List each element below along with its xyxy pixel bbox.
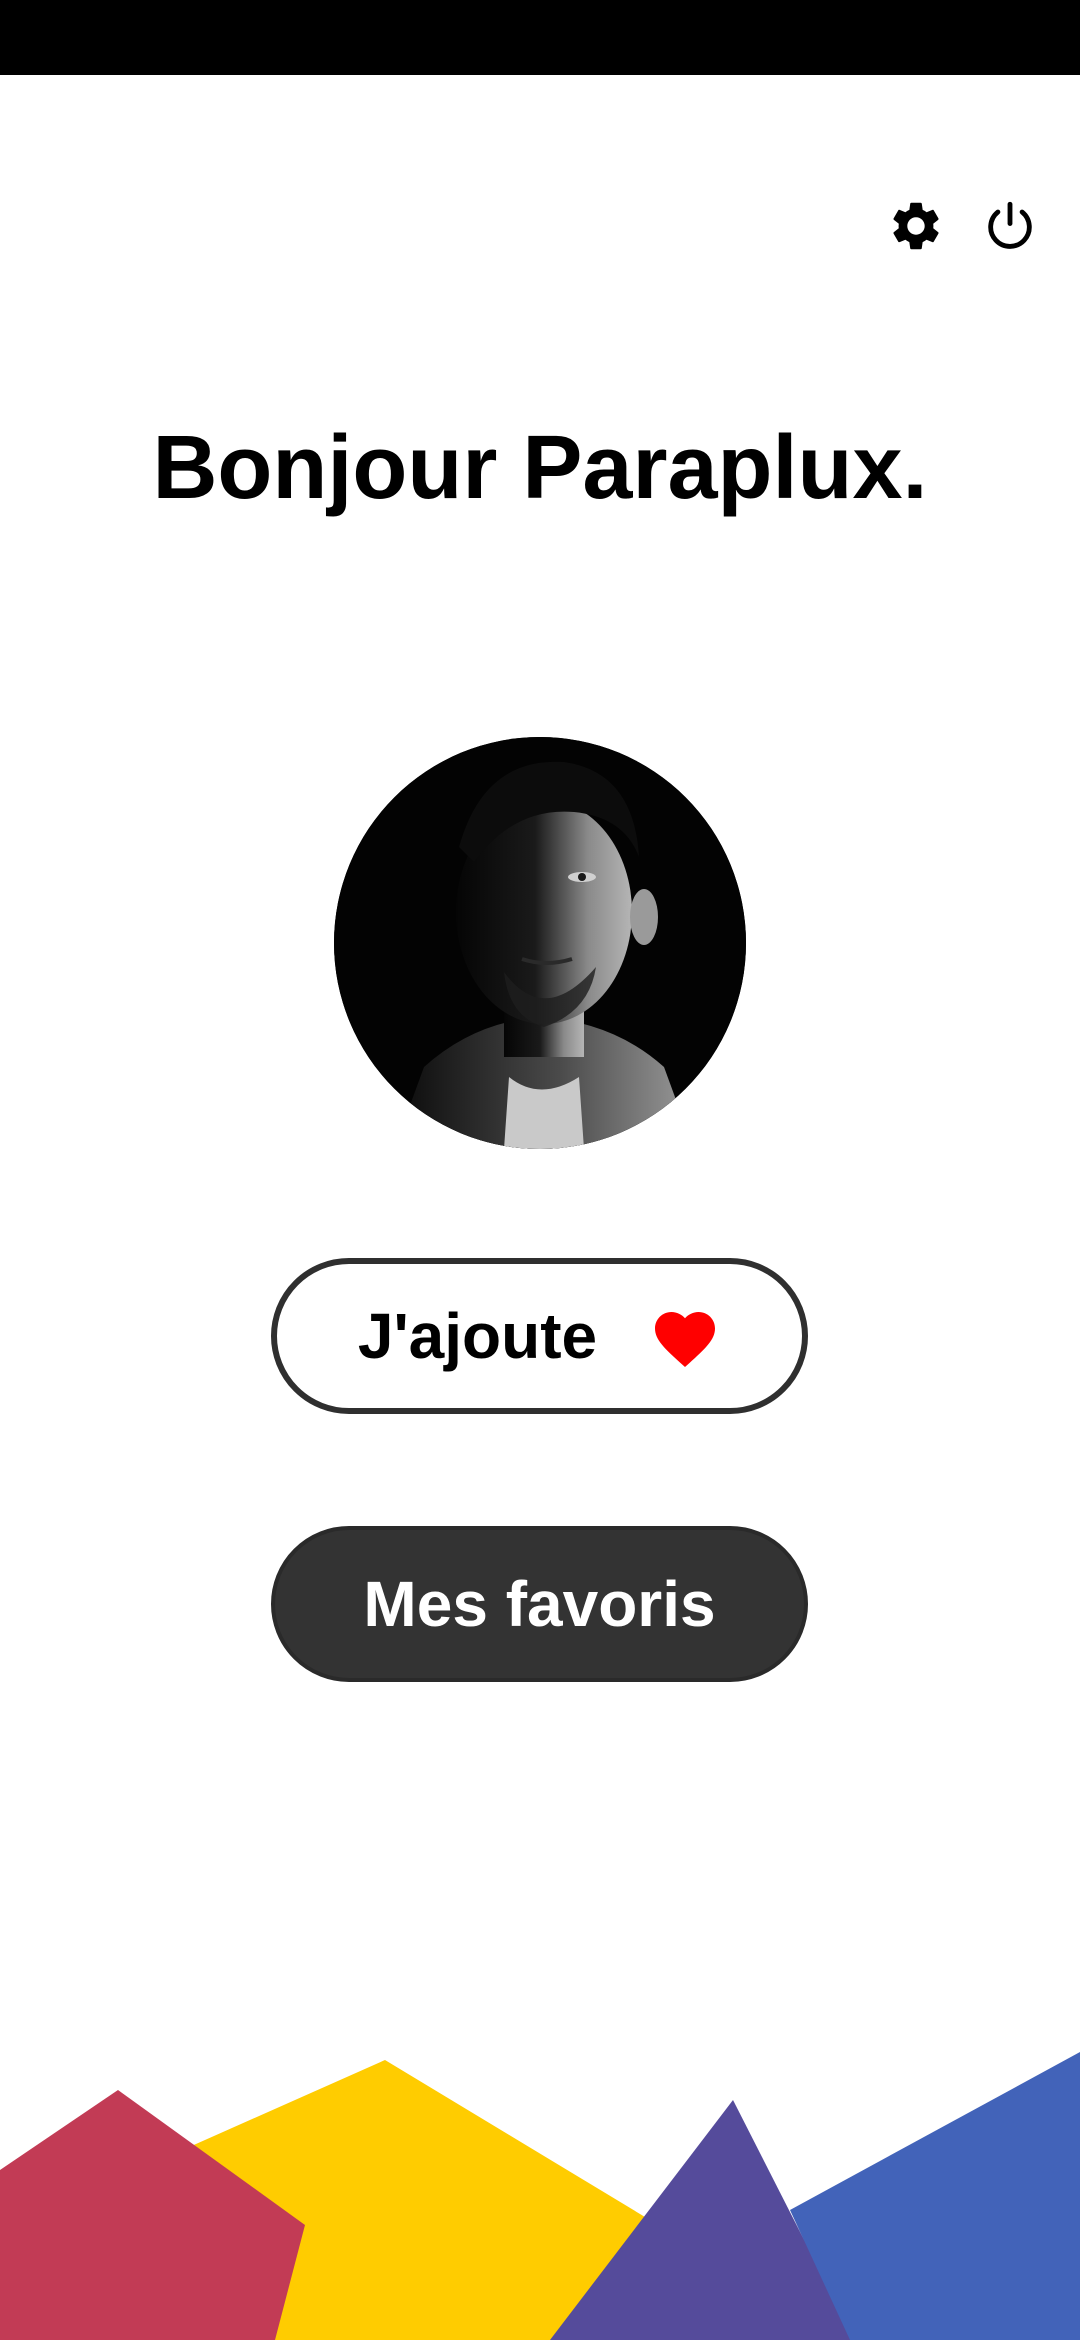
status-bar <box>0 0 1080 75</box>
heart-icon <box>655 1312 716 1368</box>
add-button[interactable]: J'ajoute <box>271 1258 808 1414</box>
top-toolbar <box>886 196 1040 256</box>
power-icon <box>988 201 1032 249</box>
settings-button[interactable] <box>886 196 946 256</box>
decorative-shapes <box>0 2052 1080 2340</box>
greeting-title: Bonjour Paraplux. <box>152 418 928 518</box>
avatar[interactable] <box>334 737 746 1149</box>
decor-blue-shape <box>790 2052 1080 2340</box>
favorites-button-label: Mes favoris <box>363 1568 716 1640</box>
power-button[interactable] <box>980 196 1040 256</box>
gear-icon <box>893 202 939 250</box>
add-button-label: J'ajoute <box>357 1300 598 1372</box>
profile-photo <box>334 737 746 1149</box>
favorites-button[interactable]: Mes favoris <box>271 1526 808 1682</box>
